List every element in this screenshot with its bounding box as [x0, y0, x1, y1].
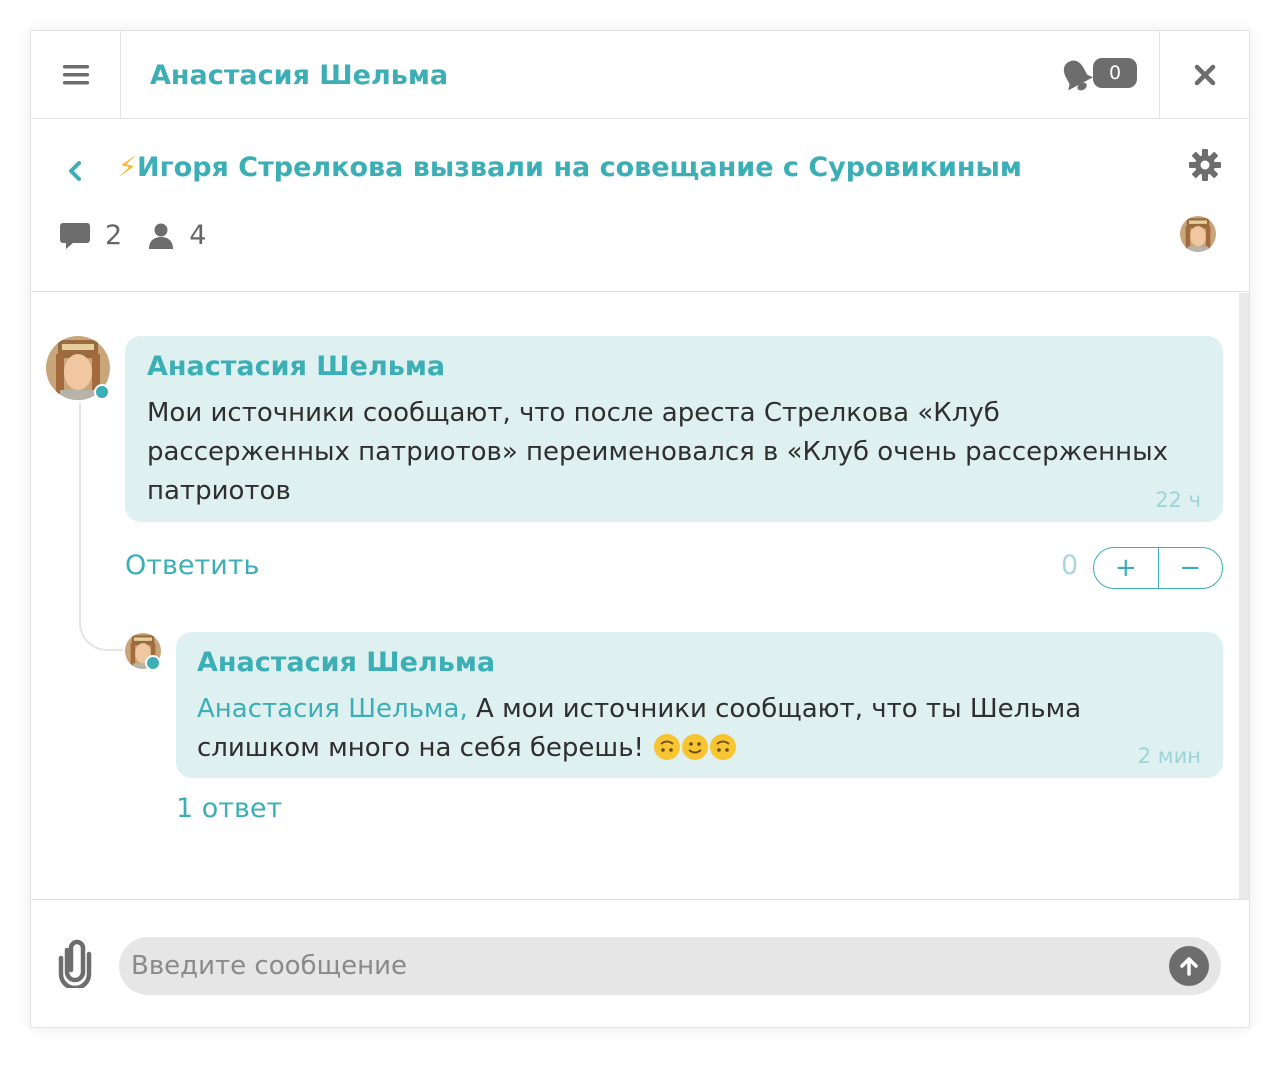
notifications-badge: 0 [1093, 58, 1137, 88]
notifications-button[interactable]: 0 [1056, 55, 1166, 95]
topic-stats: 2 4 [59, 220, 231, 251]
reply-text-part: слишком много на себя берешь! [197, 733, 644, 763]
vote-score: 0 [1061, 550, 1079, 581]
close-button[interactable] [1159, 31, 1249, 119]
message-author[interactable]: Анастасия Шельма [147, 351, 445, 382]
messages-list[interactable]: Анастасия Шельма Мои источники сообщают,… [31, 293, 1249, 899]
mention-link[interactable]: Анастасия Шельма, [197, 694, 468, 724]
message-input[interactable] [131, 937, 1161, 995]
participant-avatar[interactable] [1180, 216, 1216, 252]
comments-count: 2 [105, 220, 123, 251]
thread-connector [79, 403, 123, 651]
message-input-wrap [119, 937, 1221, 995]
upside-down-face-emoji [654, 734, 681, 760]
upvote-button[interactable]: + [1094, 548, 1159, 588]
reply-line: слишком много на себя берешь! [197, 729, 1197, 768]
user-icon [149, 223, 174, 249]
menu-button[interactable] [31, 31, 121, 119]
lightning-emoji: ⚡ [118, 152, 137, 183]
gear-icon [1189, 149, 1221, 181]
message-composer [31, 899, 1249, 1029]
topic-title: ⚡Игоря Стрелкова вызвали на совещание с … [118, 152, 1022, 183]
online-indicator [94, 384, 110, 400]
slightly-smiling-face-emoji [682, 734, 709, 760]
settings-button[interactable] [1188, 148, 1222, 182]
upside-down-face-emoji [710, 734, 737, 760]
reply-time: 2 мин [1137, 744, 1201, 768]
message-line: Мои источники сообщают, что после ареста… [147, 398, 1000, 428]
comment-icon [60, 222, 90, 249]
reply-button[interactable]: Ответить [125, 550, 259, 581]
avatar-image [1180, 216, 1216, 252]
send-button[interactable] [1169, 946, 1209, 986]
topic-title-text: Игоря Стрелкова вызвали на совещание с С… [136, 152, 1022, 183]
send-arrow-icon [1180, 957, 1198, 976]
bell-icon [1063, 60, 1094, 91]
attach-button[interactable] [53, 938, 97, 991]
online-indicator [145, 655, 161, 671]
reply-text: Анастасия Шельма, А мои источники сообща… [197, 690, 1197, 768]
back-chevron-icon [69, 161, 81, 181]
message-line: патриотов [147, 476, 291, 506]
reply-bubble: Анастасия Шельма Анастасия Шельма, А мои… [176, 632, 1223, 778]
scrollbar[interactable] [1239, 293, 1249, 899]
answers-link[interactable]: 1 ответ [176, 793, 282, 824]
reply-line: Анастасия Шельма, А мои источники сообща… [197, 690, 1197, 729]
reply-author[interactable]: Анастасия Шельма [197, 647, 495, 678]
reply-text-part: А мои источники сообщают, что ты Шельма [467, 694, 1082, 724]
paperclip-icon [58, 939, 92, 991]
close-icon [1194, 64, 1215, 86]
chat-panel: Анастасия Шельма 0 ⚡Игоря Стрелкова вызв… [30, 30, 1250, 1028]
back-button[interactable] [61, 156, 91, 186]
vote-control: + − [1093, 547, 1223, 589]
chat-header: Анастасия Шельма 0 [31, 31, 1249, 119]
message-line: рассерженных патриотов» переименовался в… [147, 437, 1169, 467]
message-bubble: Анастасия Шельма Мои источники сообщают,… [125, 336, 1223, 522]
message-time: 22 ч [1155, 488, 1201, 512]
menu-icon [62, 65, 89, 85]
message-text: Мои источники сообщают, что после ареста… [147, 394, 1207, 511]
chat-title: Анастасия Шельма [150, 60, 449, 91]
topic-header: ⚡Игоря Стрелкова вызвали на совещание с … [31, 120, 1249, 292]
downvote-button[interactable]: − [1159, 548, 1223, 588]
participants-count: 4 [189, 220, 207, 251]
